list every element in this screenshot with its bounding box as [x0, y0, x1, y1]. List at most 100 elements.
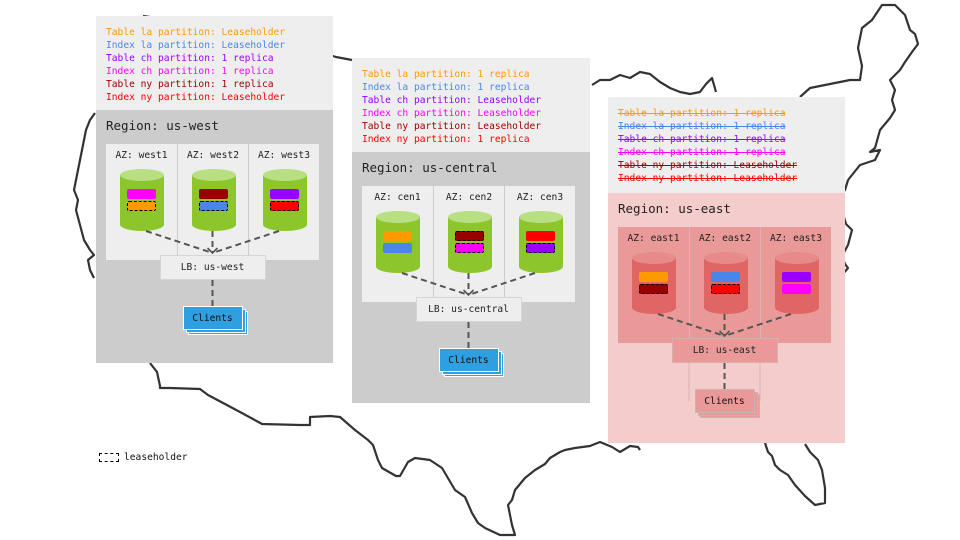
availability-zones: AZ: cen1 AZ: cen2 AZ: cen3: [362, 186, 575, 302]
partition-line-index-ch: Index ch partition: Leaseholder: [362, 108, 542, 119]
dashed-box-icon: [99, 453, 119, 462]
replica-chip-index-la-leaseholder: [199, 201, 228, 211]
cylinder-top: [120, 169, 164, 181]
clients-label: Clients: [694, 389, 755, 413]
az-label: AZ: east1: [627, 233, 680, 244]
az-label: AZ: cen3: [516, 192, 564, 203]
availability-zones: AZ: west1 AZ: west2 AZ: west3: [106, 144, 319, 260]
clients-stack[interactable]: Clients: [694, 389, 760, 418]
partition-line-table-la: Table la partition: 1 replica: [618, 108, 786, 119]
cylinder-body: [632, 258, 676, 308]
replica-chip-index-la: [711, 272, 740, 282]
partition-line-index-ny: Index ny partition: Leaseholder: [106, 92, 286, 103]
region-box: Region: us-west AZ: west1 AZ: west2 AZ: wes…: [96, 110, 333, 363]
cylinder-top: [632, 252, 676, 264]
region-panel-us-central: Table la partition: 1 replica Index la pa…: [352, 58, 590, 403]
database-node-icon[interactable]: [192, 169, 236, 231]
region-box: Region: us-central AZ: cen1 AZ: cen2 AZ: ce…: [352, 152, 590, 403]
availability-zone: AZ: east2: [689, 227, 760, 343]
partition-legend-lines: Table la partition: 1 replica Index la pa…: [362, 68, 541, 146]
replica-chip-table-ny: [199, 189, 228, 199]
cylinder-body: [704, 258, 748, 308]
partition-line-index-ny: Index ny partition: 1 replica: [362, 134, 530, 145]
availability-zone: AZ: east1: [618, 227, 689, 343]
clients-stack[interactable]: Clients: [438, 348, 504, 377]
database-node-icon[interactable]: [519, 211, 563, 273]
partition-line-table-ch: Table ch partition: 1 replica: [106, 53, 274, 64]
availability-zone: AZ: west1: [106, 144, 177, 260]
replica-chip-index-ch-leaseholder: [455, 243, 484, 253]
replica-chip-table-ny-leaseholder: [639, 284, 668, 294]
availability-zone: AZ: cen2: [433, 186, 504, 302]
region-box: Region: us-east AZ: east1 AZ: east2 AZ: eas…: [608, 193, 845, 443]
load-balancer[interactable]: LB: us-central: [415, 297, 522, 322]
cylinder-top: [704, 252, 748, 264]
database-node-icon[interactable]: [632, 252, 676, 314]
replica-chip-table-ch: [782, 272, 811, 282]
cylinder-top: [263, 169, 307, 181]
region-title: Region: us-central: [362, 160, 498, 175]
partition-legend: Table la partition: Leaseholder Index la …: [96, 16, 333, 110]
cylinder-body: [376, 217, 420, 267]
replica-chip-index-ny-leaseholder: [711, 284, 740, 294]
cylinder-body: [192, 175, 236, 225]
database-node-icon[interactable]: [376, 211, 420, 273]
cylinder-body: [775, 258, 819, 308]
database-node-icon[interactable]: [263, 169, 307, 231]
partition-legend-lines: Table la partition: 1 replica Index la pa…: [618, 107, 797, 185]
cylinder-top: [775, 252, 819, 264]
partition-line-table-ny: Table ny partition: Leaseholder: [618, 160, 798, 171]
load-balancer[interactable]: LB: us-east: [671, 338, 778, 363]
partition-line-table-ny: Table ny partition: Leaseholder: [362, 121, 542, 132]
availability-zones: AZ: east1 AZ: east2 AZ: east3: [618, 227, 831, 343]
az-label: AZ: west3: [258, 150, 310, 161]
partition-line-table-ny: Table ny partition: 1 replica: [106, 79, 274, 90]
partition-line-table-la: Table la partition: Leaseholder: [106, 27, 286, 38]
load-balancer[interactable]: LB: us-west: [159, 255, 266, 280]
leaseholder-legend-label: leaseholder: [124, 452, 188, 463]
partition-line-index-la: Index la partition: 1 replica: [362, 82, 530, 93]
replica-chip-table-ch: [270, 189, 299, 199]
replica-chip-table-la: [639, 272, 668, 282]
database-node-icon[interactable]: [775, 252, 819, 314]
region-title: Region: us-west: [106, 118, 219, 133]
az-label: AZ: cen2: [445, 192, 493, 203]
clients-label: Clients: [182, 306, 243, 330]
az-label: AZ: east2: [699, 233, 751, 244]
partition-line-index-la: Index la partition: Leaseholder: [106, 40, 286, 51]
region-title: Region: us-east: [618, 201, 731, 216]
cylinder-top: [192, 169, 236, 181]
partition-line-table-la: Table la partition: 1 replica: [362, 69, 530, 80]
replica-chip-table-la: [383, 231, 412, 241]
partition-line-index-la: Index la partition: 1 replica: [618, 121, 786, 132]
availability-zone: AZ: west2: [177, 144, 248, 260]
cylinder-body: [120, 175, 164, 225]
clients-label: Clients: [438, 348, 499, 372]
replica-chip-index-ny: [526, 231, 555, 241]
availability-zone: AZ: cen1: [362, 186, 433, 302]
partition-legend: Table la partition: 1 replica Index la pa…: [608, 97, 845, 193]
replica-chip-index-ch: [782, 284, 811, 294]
region-panel-us-east: Table la partition: 1 replica Index la pa…: [608, 97, 845, 443]
az-label: AZ: east3: [770, 233, 822, 244]
clients-stack[interactable]: Clients: [182, 306, 248, 335]
replica-chip-index-la: [383, 243, 412, 253]
availability-zone: AZ: west3: [248, 144, 319, 260]
cylinder-body: [263, 175, 307, 225]
replica-chip-table-la-leaseholder: [127, 201, 156, 211]
replica-chip-table-ny-leaseholder: [455, 231, 484, 241]
database-node-icon[interactable]: [704, 252, 748, 314]
leaseholder-legend: leaseholder: [99, 452, 188, 463]
partition-legend-lines: Table la partition: Leaseholder Index la …: [106, 26, 285, 104]
replica-chip-index-ny-leaseholder: [270, 201, 299, 211]
partition-line-index-ch: Index ch partition: 1 replica: [106, 66, 274, 77]
availability-zone: AZ: east3: [760, 227, 831, 343]
database-node-icon[interactable]: [120, 169, 164, 231]
cylinder-top: [519, 211, 563, 223]
region-panel-us-west: Table la partition: Leaseholder Index la …: [96, 16, 333, 363]
cylinder-body: [448, 217, 492, 267]
az-label: AZ: west2: [187, 150, 239, 161]
cylinder-body: [519, 217, 563, 267]
partition-line-index-ch: Index ch partition: 1 replica: [618, 147, 786, 158]
database-node-icon[interactable]: [448, 211, 492, 273]
